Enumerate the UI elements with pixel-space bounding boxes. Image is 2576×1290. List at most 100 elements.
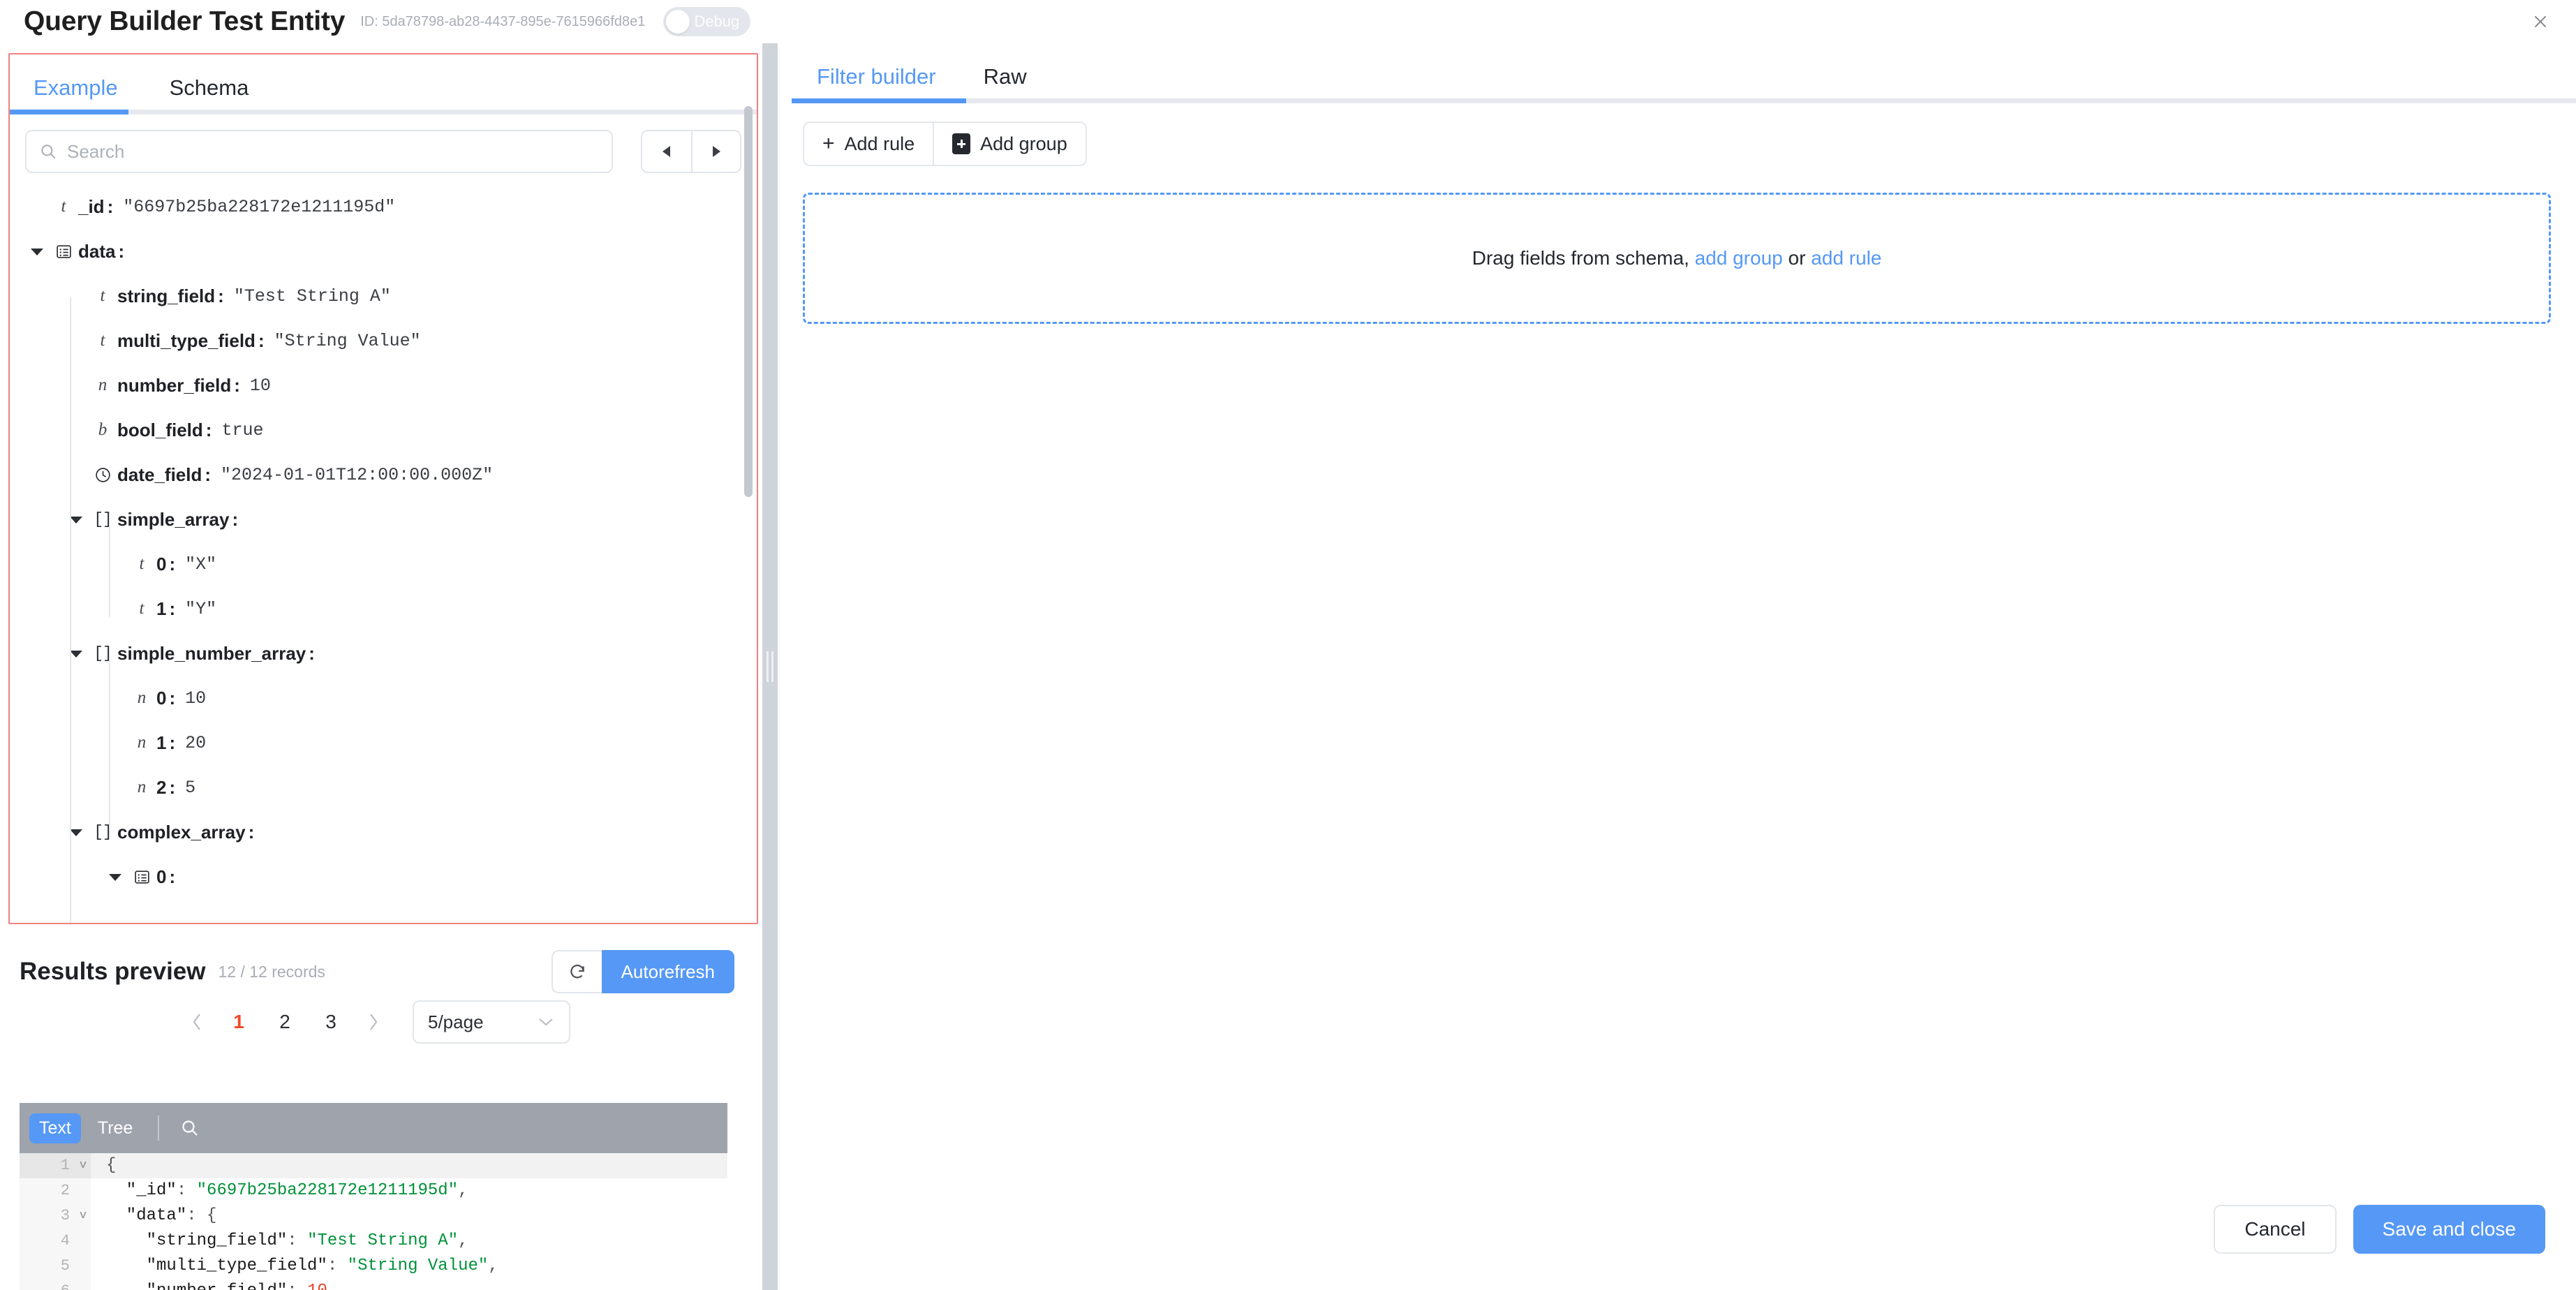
tree-node-value: "2024-01-01T12:00:00.000Z" — [221, 464, 494, 485]
panel-splitter[interactable] — [762, 43, 778, 1290]
cancel-button[interactable]: Cancel — [2214, 1205, 2337, 1254]
page-size-value: 5/page — [428, 1011, 484, 1032]
json-fold-toggle[interactable]: v — [75, 1203, 91, 1229]
json-fold-toggle[interactable] — [75, 1254, 91, 1279]
tab-example[interactable]: Example — [22, 75, 129, 114]
json-fold-toggle[interactable] — [75, 1229, 91, 1254]
tree-node[interactable]: t multi_type_field: "String Value" — [10, 318, 747, 363]
json-code-line[interactable]: 4 "string_field": "Test String A", — [20, 1229, 727, 1254]
tree-node-colon: : — [169, 598, 176, 619]
tree-indent-guide — [109, 526, 110, 617]
json-token: "data" — [106, 1206, 187, 1225]
object-icon — [127, 868, 156, 886]
tree-node-value: 10 — [185, 688, 207, 709]
json-fold-toggle[interactable]: v — [75, 1153, 91, 1178]
pagination-page-2[interactable]: 2 — [266, 1003, 304, 1041]
right-tabs-underline-active — [792, 98, 966, 103]
tree-node-key: data — [78, 240, 116, 262]
debug-toggle-label: Debug — [694, 13, 740, 30]
tree-node-value: 5 — [185, 777, 196, 798]
debug-toggle[interactable]: Debug — [663, 7, 751, 36]
tree-node-key: 0 — [156, 866, 167, 887]
tree-node-colon: : — [169, 732, 176, 753]
tree-node[interactable]: n2:5 — [10, 765, 747, 810]
triangle-right-icon — [713, 146, 720, 157]
pagination-next-button[interactable] — [354, 1003, 392, 1041]
text-type-icon: t — [100, 286, 105, 305]
pagination-prev-button[interactable] — [178, 1003, 216, 1041]
json-code-line[interactable]: 5 "multi_type_field": "String Value", — [20, 1254, 727, 1279]
json-line-text: "_id": "6697b25ba228172e1211195d", — [91, 1178, 468, 1203]
results-title: Results preview — [20, 958, 206, 985]
pagination-page-3[interactable]: 3 — [312, 1003, 350, 1041]
tree-node[interactable]: b bool_field: true — [10, 408, 747, 452]
tree-node[interactable]: date_field: "2024-01-01T12:00:00.000Z" — [10, 452, 747, 497]
tree-node[interactable]: data: — [10, 229, 747, 274]
tree-node[interactable]: [] complex_array: — [10, 810, 747, 854]
prev-record-button[interactable] — [641, 130, 691, 173]
tree-caret[interactable] — [103, 873, 127, 882]
close-button[interactable] — [2524, 6, 2556, 38]
json-token: { — [106, 1156, 117, 1175]
tree-node[interactable]: t 0: "X" — [10, 542, 747, 586]
json-code-area[interactable]: 1 v{2 "_id": "6697b25ba228172e1211195d", 3… — [20, 1153, 727, 1290]
tree-node-key: bool_field — [117, 419, 203, 440]
dropzone-add-rule-link[interactable]: add rule — [1811, 247, 1881, 269]
tree-node[interactable]: t _id: "6697b25ba228172e1211195d" — [10, 184, 747, 229]
refresh-icon — [570, 964, 584, 979]
search-icon — [41, 144, 56, 159]
json-code-line[interactable]: 1 v { — [20, 1153, 727, 1178]
array-icon: [] — [94, 823, 112, 841]
filter-dropzone[interactable]: Drag fields from schema, add group or ad… — [803, 193, 2551, 324]
json-code-line[interactable]: 6 "number_field": 10, — [20, 1279, 727, 1290]
json-mode-tree[interactable]: Tree — [88, 1113, 142, 1143]
autorefresh-button[interactable]: Autorefresh — [601, 950, 734, 993]
tree-caret[interactable] — [64, 515, 88, 524]
tab-raw[interactable]: Raw — [974, 64, 1037, 103]
results-pagination: 1 2 3 5/page — [0, 995, 755, 1048]
next-record-button[interactable] — [691, 130, 741, 173]
tree-node-key: number_field — [117, 374, 232, 396]
add-rule-button[interactable]: + Add rule — [803, 121, 933, 166]
tree-scrollbar-thumb[interactable] — [744, 106, 753, 497]
save-and-close-button[interactable]: Save and close — [2353, 1205, 2545, 1254]
tab-filter-builder[interactable]: Filter builder — [807, 64, 946, 103]
search-box[interactable] — [25, 130, 613, 173]
json-mode-text[interactable]: Text — [29, 1113, 81, 1143]
json-search-button[interactable] — [175, 1118, 205, 1138]
pagination-page-1[interactable]: 1 — [220, 1003, 258, 1041]
tree-caret[interactable] — [25, 247, 49, 256]
json-fold-toggle[interactable] — [75, 1279, 91, 1290]
page-size-select[interactable]: 5/page — [413, 1000, 570, 1044]
tree-scrollbar[interactable] — [744, 60, 753, 916]
dropzone-add-group-link[interactable]: add group — [1695, 247, 1783, 269]
tree-node[interactable]: t 1: "Y" — [10, 586, 747, 631]
json-code-line[interactable]: 2 "_id": "6697b25ba228172e1211195d", — [20, 1178, 727, 1203]
refresh-button[interactable] — [551, 950, 602, 993]
json-line-text: "multi_type_field": "String Value", — [91, 1254, 498, 1279]
tree-caret[interactable] — [64, 828, 88, 837]
json-token: , — [327, 1282, 337, 1290]
json-code-line[interactable]: 3v "data": { — [20, 1203, 727, 1229]
tree-node-key: string_field — [117, 285, 216, 306]
text-type-icon: t — [139, 599, 145, 618]
add-group-button[interactable]: Add group — [933, 121, 1087, 166]
json-fold-toggle[interactable] — [75, 1178, 91, 1203]
tree-node[interactable]: t string_field: "Test String A" — [10, 274, 747, 318]
search-icon — [182, 1120, 198, 1136]
tree-node[interactable]: n 1:20 — [10, 720, 747, 765]
tree-node-value: "String Value" — [274, 330, 421, 351]
tree-caret[interactable] — [64, 649, 88, 658]
tab-schema[interactable]: Schema — [158, 75, 260, 114]
tree-node-colon: : — [234, 374, 240, 396]
tree-node[interactable]: [] simple_number_array: — [10, 631, 747, 676]
chevron-down-icon — [539, 1018, 553, 1026]
tree-node[interactable]: n number_field:10 — [10, 363, 747, 408]
json-token: : — [176, 1181, 197, 1200]
tree-node[interactable]: 0: — [10, 854, 747, 899]
search-input[interactable] — [67, 140, 599, 163]
tree-node[interactable]: n 0:10 — [10, 676, 747, 720]
number-type-icon: n — [137, 778, 147, 796]
tree-node-colon: : — [232, 508, 239, 530]
tree-node[interactable]: [] simple_array: — [10, 497, 747, 542]
